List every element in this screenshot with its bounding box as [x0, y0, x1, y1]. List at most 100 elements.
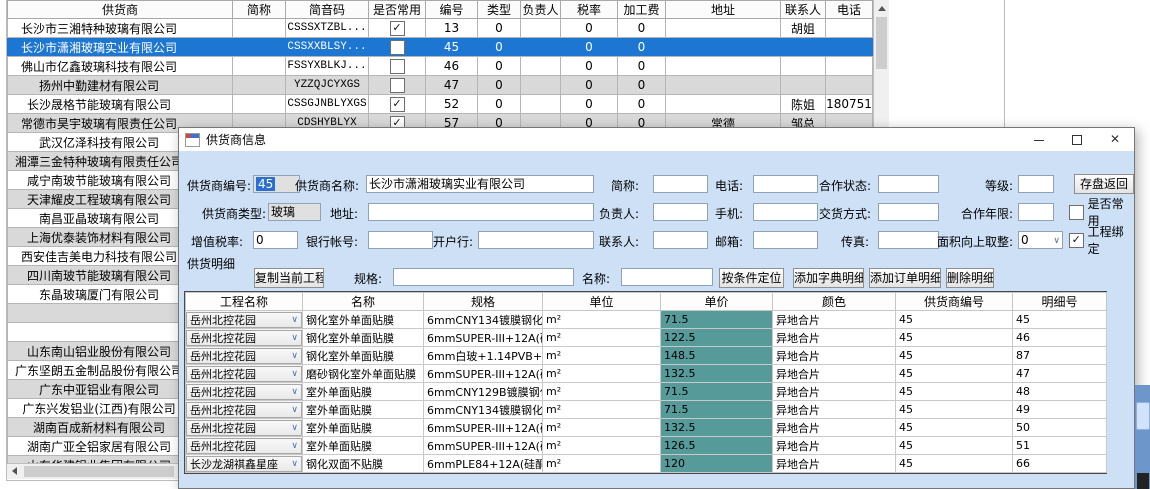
detail-price-cell[interactable]: 132.5: [661, 419, 773, 437]
detail-color-cell[interactable]: 异地合片: [773, 419, 896, 437]
detail-id-cell[interactable]: 46: [1013, 329, 1107, 347]
horizontal-scroll-thumb[interactable]: [24, 466, 174, 477]
detail-spec-cell[interactable]: 6mmCNY134镀膜钢化: [424, 311, 543, 329]
coop-status-field[interactable]: [878, 175, 939, 193]
supplier-id-cell[interactable]: 46: [426, 57, 478, 76]
common-use-checkbox[interactable]: [1069, 205, 1084, 220]
dialog-titlebar[interactable]: 供货商信息: [179, 128, 1134, 151]
project-combo[interactable]: 岳州北控花园: [186, 402, 302, 418]
maximize-icon[interactable]: [1058, 128, 1096, 151]
supplier-fee-cell[interactable]: 0: [618, 38, 666, 57]
supplier-fee-cell[interactable]: 0: [618, 76, 666, 95]
supplier-table-header-cell[interactable]: 税率: [561, 1, 618, 19]
detail-supplier-id-cell[interactable]: 45: [896, 347, 1013, 365]
detail-name-cell[interactable]: 室外单面贴膜: [303, 437, 424, 455]
project-combo[interactable]: 岳州北控花园: [186, 438, 302, 454]
email-field[interactable]: [753, 231, 818, 249]
project-combo[interactable]: 岳州北控花园: [186, 420, 302, 436]
supplier-fee-cell[interactable]: 0: [618, 95, 666, 114]
project-cell[interactable]: 岳州北控花园: [186, 383, 303, 401]
supplier-type-cell[interactable]: 0: [478, 57, 521, 76]
supplier-table-header-cell[interactable]: 简音码: [286, 1, 369, 19]
detail-unit-cell[interactable]: m²: [543, 401, 661, 419]
supplier-no-field[interactable]: 45: [253, 175, 300, 193]
supplier-id-cell[interactable]: 47: [426, 76, 478, 95]
detail-row[interactable]: 岳州北控花园 钢化室外单面贴膜 6mmSUPER-III+12A(硅... m²…: [186, 329, 1107, 347]
detail-grid-header-cell[interactable]: 规格: [424, 293, 543, 311]
phone-field[interactable]: [753, 175, 818, 193]
add-dict-detail-button[interactable]: 添加字典明细: [793, 268, 864, 288]
supplier-fee-cell[interactable]: 0: [618, 57, 666, 76]
detail-supplier-id-cell[interactable]: 45: [896, 311, 1013, 329]
detail-grid-header-cell[interactable]: 单位: [543, 293, 661, 311]
mobile-field[interactable]: [753, 203, 818, 221]
detail-unit-cell[interactable]: m²: [543, 329, 661, 347]
detail-unit-cell[interactable]: m²: [543, 437, 661, 455]
common-checkbox[interactable]: [390, 59, 405, 74]
detail-name-cell[interactable]: 室外单面贴膜: [303, 383, 424, 401]
manager-field[interactable]: [653, 203, 708, 221]
project-cell[interactable]: 岳州北控花园: [186, 437, 303, 455]
supplier-phone-cell[interactable]: [826, 76, 873, 95]
supplier-table-header-cell[interactable]: 简称: [233, 1, 286, 19]
detail-price-cell[interactable]: 71.5: [661, 401, 773, 419]
delivery-field[interactable]: [878, 203, 939, 221]
detail-name-cell[interactable]: 室外单面贴膜: [303, 419, 424, 437]
detail-row[interactable]: 岳州北控花园 室外单面贴膜 6mmSUPER-III+12A(硅... m² 1…: [186, 419, 1107, 437]
detail-name-cell[interactable]: 室外单面贴膜: [303, 401, 424, 419]
supplier-tax-cell[interactable]: 0: [561, 19, 618, 38]
project-combo[interactable]: 岳州北控花园: [186, 312, 302, 328]
detail-id-cell[interactable]: 49: [1013, 401, 1107, 419]
supplier-tax-cell[interactable]: 0: [561, 57, 618, 76]
supplier-contact-cell[interactable]: [781, 76, 826, 95]
detail-id-cell[interactable]: 51: [1013, 437, 1107, 455]
detail-id-cell[interactable]: 50: [1013, 419, 1107, 437]
spec-filter-field[interactable]: [393, 268, 574, 286]
detail-unit-cell[interactable]: m²: [543, 383, 661, 401]
minimize-icon[interactable]: [1020, 128, 1058, 151]
supplier-common-cell[interactable]: [369, 76, 426, 95]
detail-color-cell[interactable]: 异地合片: [773, 329, 896, 347]
detail-grid-header-cell[interactable]: 颜色: [773, 293, 896, 311]
save-return-button[interactable]: 存盘返回: [1074, 174, 1134, 194]
supplier-name-cell[interactable]: 长沙市三湘特种玻璃有限公司: [8, 19, 233, 38]
detail-color-cell[interactable]: 异地合片: [773, 365, 896, 383]
supplier-table-header-cell[interactable]: 负责人: [521, 1, 561, 19]
detail-grid-header-cell[interactable]: 单价: [661, 293, 773, 311]
supplier-tax-cell[interactable]: 0: [561, 76, 618, 95]
detail-spec-cell[interactable]: 6mm白玻+1.14PVB+6mm...: [424, 347, 543, 365]
detail-name-cell[interactable]: 磨砂钢化室外单面贴膜: [303, 365, 424, 383]
detail-price-cell[interactable]: 122.5: [661, 329, 773, 347]
supplier-common-cell[interactable]: [369, 38, 426, 57]
supplier-addr-cell[interactable]: [666, 19, 781, 38]
scroll-left-icon[interactable]: [12, 467, 17, 475]
supplier-id-cell[interactable]: 52: [426, 95, 478, 114]
detail-color-cell[interactable]: 异地合片: [773, 455, 896, 473]
project-combo[interactable]: 岳州北控花园: [186, 384, 302, 400]
supplier-name-field[interactable]: 长沙市潇湘玻璃实业有限公司: [366, 175, 594, 193]
detail-unit-cell[interactable]: m²: [543, 455, 661, 473]
supplier-contact-cell[interactable]: [781, 38, 826, 57]
supplier-id-cell[interactable]: 13: [426, 19, 478, 38]
supplier-phone-cell[interactable]: [826, 19, 873, 38]
supplier-row[interactable]: 长沙市潇湘玻璃实业有限公司 CSSXXBLSY... 45 0 0 0: [8, 38, 873, 57]
detail-name-cell[interactable]: 钢化室外单面贴膜: [303, 311, 424, 329]
detail-grid-header-cell[interactable]: 名称: [303, 293, 424, 311]
common-use-checkbox-row[interactable]: 是否常用: [1069, 203, 1134, 221]
supplier-manager-cell[interactable]: [521, 76, 561, 95]
supplier-name-cell[interactable]: 长沙晟格节能玻璃有限公司: [8, 95, 233, 114]
detail-color-cell[interactable]: 异地合片: [773, 437, 896, 455]
detail-price-cell[interactable]: 120: [661, 455, 773, 473]
detail-spec-cell[interactable]: 6mmSUPER-III+12A(硅...: [424, 437, 543, 455]
detail-id-cell[interactable]: 48: [1013, 383, 1107, 401]
bank-field[interactable]: [478, 231, 594, 249]
supplier-phone-cell[interactable]: [826, 38, 873, 57]
supplier-addr-cell[interactable]: [666, 57, 781, 76]
supplier-abbr-cell[interactable]: [233, 19, 286, 38]
supplier-manager-cell[interactable]: [521, 19, 561, 38]
supplier-type-cell[interactable]: 0: [478, 38, 521, 57]
supplier-row[interactable]: 佛山市亿鑫玻璃科技有限公司 FSSYXBLKJ... 46 0 0 0: [8, 57, 873, 76]
detail-supplier-id-cell[interactable]: 45: [896, 437, 1013, 455]
supplier-abbr-cell[interactable]: [233, 57, 286, 76]
supplier-table-header-cell[interactable]: 编号: [426, 1, 478, 19]
